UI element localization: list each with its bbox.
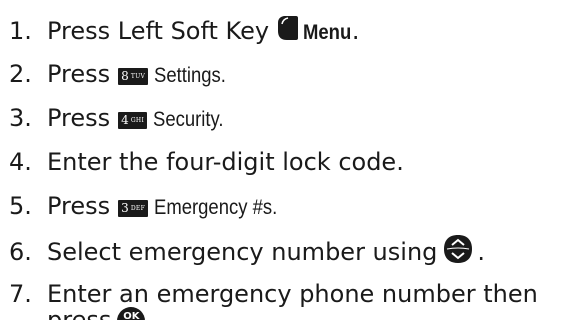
navigation-key-icon <box>443 234 473 272</box>
ok-key-icon: OK⌂ <box>117 307 146 320</box>
step-number: 6. <box>9 238 32 266</box>
step-text: Press <box>47 60 111 88</box>
key-3-icon: 3 DEF <box>118 200 149 217</box>
step-number: 1. <box>9 17 32 45</box>
step-text: Select emergency number using <box>47 238 438 266</box>
step-text: Enter the four-digit lock code. <box>47 148 404 176</box>
key-sub: DEF <box>130 205 146 212</box>
step-text: Press <box>47 192 111 220</box>
key-main: 4 <box>121 113 129 127</box>
step-6: 6. Select emergency number using. <box>0 234 485 272</box>
key-4-icon: 4 GHI <box>118 112 148 129</box>
step-label: Settings. <box>154 64 227 87</box>
key-sub: TUV <box>130 73 146 80</box>
instruction-steps: 1. Press Left Soft Key Menu. 2. Press 8 TUV Se… <box>0 0 574 320</box>
step-label: Security. <box>153 108 224 131</box>
ok-main: OK <box>123 311 140 320</box>
step-4: 4. Enter the four-digit lock code. <box>0 146 404 178</box>
step-number: 3. <box>9 104 32 132</box>
left-soft-key-icon <box>275 14 299 50</box>
step-text: Press <box>47 104 111 132</box>
step-3: 3. Press 4 GHI Security. <box>0 102 227 136</box>
step-text: Press Left Soft Key <box>47 17 270 45</box>
step-2: 2. Press 8 TUV Settings. <box>0 58 230 92</box>
menu-label: Menu <box>303 21 352 44</box>
step-number: 4. <box>9 148 32 176</box>
step-text: press <box>47 306 112 320</box>
key-main: 8 <box>121 69 129 83</box>
key-8-icon: 8 TUV <box>118 68 149 85</box>
step-5: 5. Press 3 DEF Emergency #s. <box>0 190 288 224</box>
step-number: 5. <box>9 192 32 220</box>
key-sub: GHI <box>130 117 145 124</box>
step-7-continuation: press OK⌂. <box>0 304 157 320</box>
key-main: 3 <box>121 201 129 215</box>
step-punct: . <box>351 17 360 45</box>
step-number: 2. <box>9 60 32 88</box>
step-punct: . <box>477 238 486 266</box>
step-1: 1. Press Left Soft Key Menu. <box>0 14 360 50</box>
step-punct: . <box>149 306 157 320</box>
step-label: Emergency #s. <box>154 196 278 219</box>
